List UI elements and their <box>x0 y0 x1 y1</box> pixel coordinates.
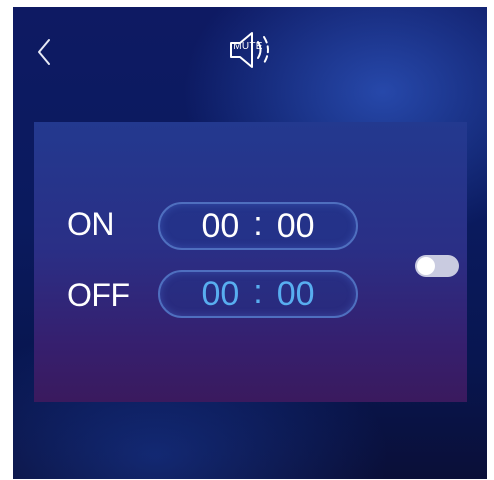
off-time-separator: : <box>253 272 263 311</box>
off-label: OFF <box>67 277 130 313</box>
on-label: ON <box>67 206 115 242</box>
off-minutes: 00 <box>276 274 315 313</box>
on-minutes: 00 <box>276 206 315 245</box>
device-screen: MUTE ON 00 : 00 OFF 00 : 00 <box>13 7 487 479</box>
on-hours: 00 <box>201 206 240 245</box>
on-time-separator: : <box>253 204 263 243</box>
off-hours: 00 <box>201 274 240 313</box>
mute-button[interactable]: MUTE <box>226 27 278 73</box>
on-time-field[interactable]: 00 : 00 <box>158 202 358 250</box>
chevron-left-icon <box>38 39 50 65</box>
mute-label: MUTE <box>233 41 263 52</box>
back-button[interactable] <box>29 35 59 69</box>
schedule-panel: ON 00 : 00 OFF 00 : 00 <box>34 122 467 402</box>
toggle-knob <box>417 257 435 275</box>
schedule-toggle-switch[interactable] <box>415 255 459 277</box>
off-time-field[interactable]: 00 : 00 <box>158 270 358 318</box>
